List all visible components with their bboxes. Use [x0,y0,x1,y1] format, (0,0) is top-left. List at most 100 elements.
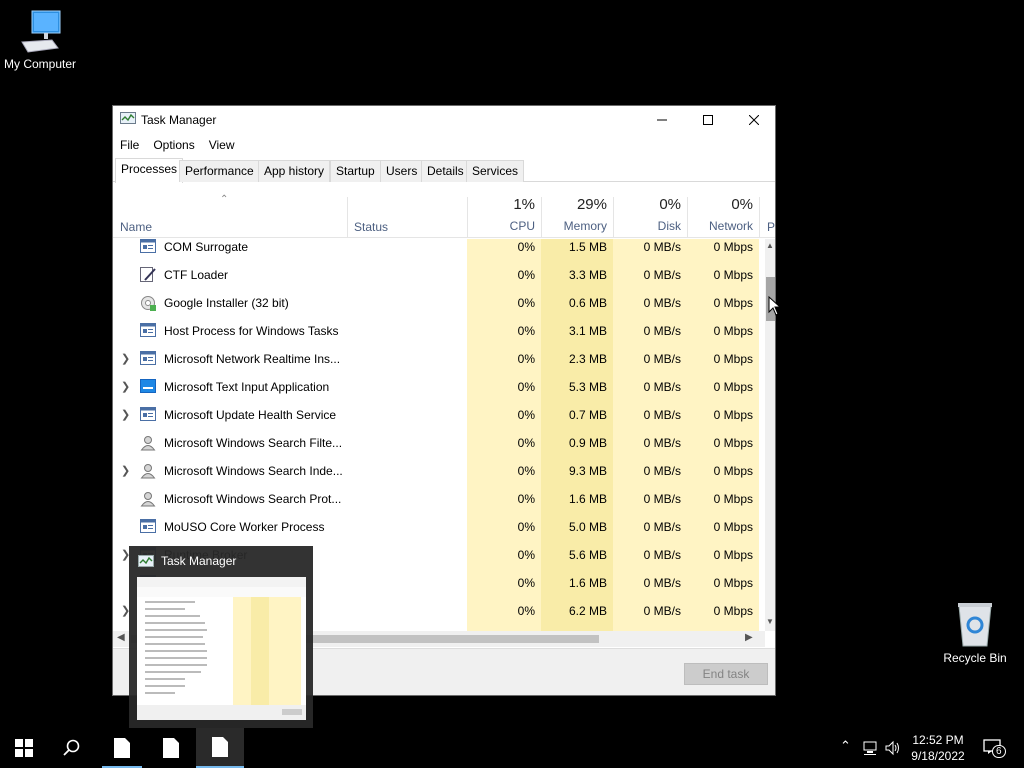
network-cell: 0 Mbps [713,296,753,310]
thumbnail-image [137,577,306,720]
cpu-cell: 0% [517,240,535,254]
disk-cell: 0 MB/s [643,548,681,562]
tab-startup[interactable]: Startup [330,160,381,182]
memory-cell: 0.7 MB [568,408,607,422]
installer-icon [140,295,156,314]
memory-cell: 3.3 MB [568,268,607,282]
cpu-cell: 0% [517,492,535,506]
user-icon [140,491,156,510]
menu-view[interactable]: View [202,135,242,157]
clock-date: 9/18/2022 [911,749,965,763]
header-power-partial[interactable]: P [767,220,775,234]
cpu-cell: 0% [517,464,535,478]
memory-cell: 9.3 MB [568,464,607,478]
tab-strip: Processes Performance App history Startu… [113,158,775,183]
table-row[interactable]: ❯ Microsoft Update Health Service 0% 0.7 MB… [113,401,765,429]
menu-options[interactable]: Options [146,135,201,157]
disk-cell: 0 MB/s [643,296,681,310]
start-button[interactable] [0,728,48,768]
maximize-button[interactable] [685,106,731,134]
scroll-left-icon[interactable]: ◀ [117,632,125,643]
tab-details[interactable]: Details [421,160,470,182]
table-row[interactable]: ❯ Microsoft Text Input Application 0% 5.3 M… [113,373,765,401]
cpu-cell: 0% [517,268,535,282]
table-row[interactable]: MoUSO Core Worker Process 0% 5.0 MB 0 MB/s 0… [113,513,765,541]
process-name: Microsoft Windows Search Prot... [164,492,342,506]
table-row[interactable]: Microsoft Windows Search Prot... 0% 1.6 MB… [113,485,765,513]
my-computer-desktop-icon[interactable]: My Computer [0,8,80,71]
disk-percent: 0% [659,196,681,213]
tab-performance[interactable]: Performance [179,160,260,182]
cpu-cell: 0% [517,296,535,310]
task-manager-icon [138,555,154,572]
header-cpu[interactable]: 1% CPU [467,183,541,238]
title-bar[interactable]: Task Manager [113,106,775,134]
header-status[interactable]: Status [354,220,388,234]
scroll-up-icon[interactable]: ▲ [766,241,774,250]
network-cell: 0 Mbps [713,464,753,478]
table-row[interactable]: CTF Loader 0% 3.3 MB 0 MB/s 0 Mbps [113,261,765,289]
expand-chevron-icon[interactable]: ❯ [121,352,130,365]
header-disk[interactable]: 0% Disk [613,183,687,238]
tab-services[interactable]: Services [466,160,525,182]
disk-cell: 0 MB/s [643,268,681,282]
memory-cell: 0.9 MB [568,436,607,450]
end-task-button[interactable]: End task [684,663,768,685]
header-network[interactable]: 0% Network [687,183,759,238]
close-button[interactable] [731,106,777,134]
header-memory[interactable]: 29% Memory [541,183,613,238]
expand-chevron-icon[interactable]: ❯ [121,408,130,421]
table-row[interactable]: ❯ Microsoft Windows Search Inde... 0% 9.3 M… [113,457,765,485]
task-manager-icon [120,112,136,129]
table-row[interactable]: Host Process for Windows Tasks 0% 3.1 MB 0 … [113,317,765,345]
volume-icon[interactable] [885,740,901,756]
table-row[interactable]: Microsoft Windows Search Filte... 0% 0.9 M… [113,429,765,457]
minimize-button[interactable] [639,106,685,134]
document-icon [212,737,228,757]
taskbar-app-task-manager[interactable] [196,728,244,768]
cpu-percent: 1% [513,196,535,213]
memory-cell: 1.5 MB [568,240,607,254]
network-cell: 0 Mbps [713,436,753,450]
taskbar-app-2[interactable] [147,728,195,768]
memory-cell: 5.6 MB [568,548,607,562]
window-icon [140,407,156,424]
header-separator [347,197,348,237]
network-icon[interactable] [863,740,879,756]
taskbar-app-1[interactable] [98,728,146,768]
tab-users[interactable]: Users [380,160,424,182]
search-icon [63,739,80,756]
process-name: MoUSO Core Worker Process [164,520,325,534]
table-row[interactable]: Google Installer (32 bit) 0% 0.6 MB 0 MB/s 0… [113,289,765,317]
computer-icon [21,10,61,53]
menu-file[interactable]: File [113,135,146,157]
pen-icon [140,267,156,286]
search-button[interactable] [48,728,96,768]
scroll-down-icon[interactable]: ▼ [766,617,774,626]
process-name: COM Surrogate [164,240,249,254]
tab-processes[interactable]: Processes [115,158,184,183]
expand-chevron-icon[interactable]: ❯ [121,464,130,477]
recycle-bin-label: Recycle Bin [943,651,1007,665]
disk-cell: 0 MB/s [643,352,681,366]
close-icon [749,115,759,125]
window-icon [140,323,156,340]
disk-cell: 0 MB/s [643,464,681,478]
recycle-bin-desktop-icon[interactable]: Recycle Bin [938,600,1012,665]
table-row[interactable]: COM Surrogate 0% 1.5 MB 0 MB/s 0 Mbps [113,239,765,261]
system-clock[interactable]: 12:52 PM 9/18/2022 [905,732,971,764]
memory-cell: 3.1 MB [568,324,607,338]
show-hidden-icons-chevron-up-icon[interactable]: ⌃ [840,738,851,754]
notifications-button[interactable]: 6 [983,739,1006,758]
maximize-icon [703,115,713,125]
menu-bar: File Options View [113,135,242,157]
network-cell: 0 Mbps [713,604,753,618]
network-cell: 0 Mbps [713,352,753,366]
table-row[interactable]: ❯ Microsoft Network Realtime Ins... 0% 2.3 … [113,345,765,373]
header-name[interactable]: Name [120,220,152,234]
expand-chevron-icon[interactable]: ❯ [121,380,130,393]
taskbar-thumbnail-preview[interactable]: Task Manager [129,546,313,728]
disk-cell: 0 MB/s [643,436,681,450]
scroll-right-icon[interactable]: ▶ [745,632,753,643]
tab-app-history[interactable]: App history [258,160,331,182]
